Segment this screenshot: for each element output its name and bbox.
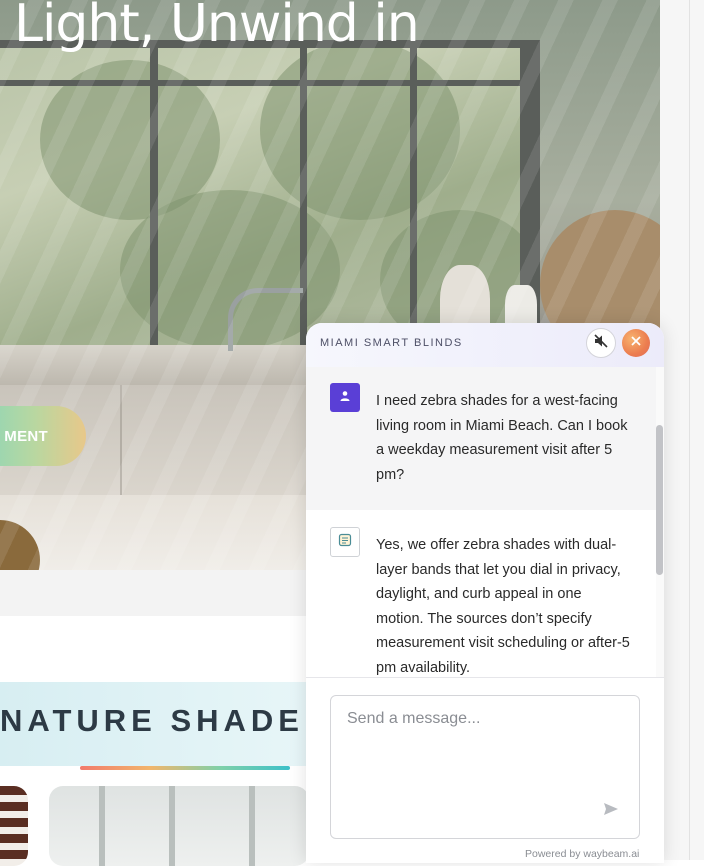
document-icon: [338, 533, 352, 552]
page-scroll-gutter: [660, 0, 704, 860]
user-message: I need zebra shades for a west-facing li…: [306, 367, 656, 510]
chat-widget: MIAMI SMART BLINDS I need zebra shades f…: [306, 323, 664, 863]
powered-by-label: Powered by waybeam.ai: [525, 848, 640, 860]
send-button[interactable]: [602, 802, 620, 820]
hero-title: Light, Unwind in: [14, 0, 420, 54]
chat-messages[interactable]: I need zebra shades for a west-facing li…: [306, 367, 664, 677]
speaker-muted-icon: [593, 333, 609, 354]
section-title-underline: [80, 766, 290, 770]
close-chat-button[interactable]: [622, 329, 650, 357]
message-input[interactable]: [330, 695, 640, 839]
book-appointment-button[interactable]: MENT: [0, 406, 86, 466]
chat-header: MIAMI SMART BLINDS: [306, 323, 664, 368]
send-icon: [603, 802, 619, 821]
chat-brand-name: MIAMI SMART BLINDS: [320, 337, 463, 349]
assistant-avatar: [330, 527, 360, 557]
assistant-message-text: Yes, we offer zebra shades with dual-lay…: [376, 537, 630, 676]
section-title: NATURE SHADE: [0, 703, 304, 738]
user-avatar: [330, 383, 360, 412]
product-card-zebra-image[interactable]: [0, 786, 28, 866]
close-icon: [630, 334, 642, 352]
mute-button[interactable]: [586, 328, 616, 358]
user-message-text: I need zebra shades for a west-facing li…: [376, 393, 628, 483]
chat-composer: Powered by waybeam.ai: [306, 677, 664, 863]
chat-scrollbar-thumb[interactable]: [656, 425, 663, 575]
user-icon: [339, 389, 351, 407]
product-card-window-image[interactable]: [49, 786, 309, 866]
page-divider: [689, 0, 690, 860]
